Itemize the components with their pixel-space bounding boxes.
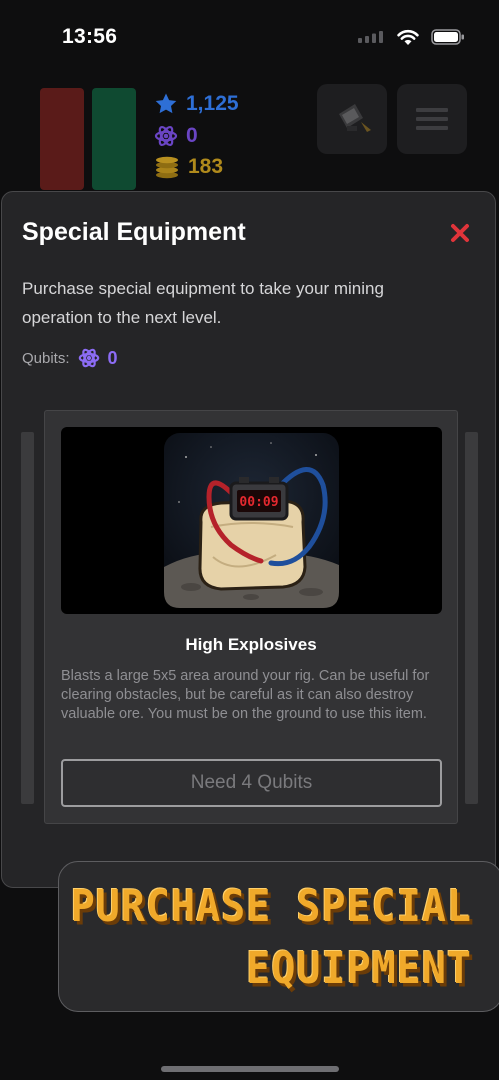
coin-stack-icon xyxy=(156,156,178,179)
qubits-value: 0 xyxy=(107,347,118,368)
hud-qubits-value: 0 xyxy=(186,124,198,147)
item-card: 00:09 High Explosives Blasts a large 5x5… xyxy=(44,410,458,824)
special-equipment-modal: Special Equipment Purchase special equip… xyxy=(1,191,496,888)
promo-banner: PURCHASE SPECIAL EQUIPMENT xyxy=(58,861,499,1012)
cellular-signal-icon xyxy=(358,31,383,43)
hud-stars: 1,125 xyxy=(154,92,239,116)
status-time: 13:56 xyxy=(62,25,118,48)
hud-coins-value: 183 xyxy=(188,155,224,178)
star-icon xyxy=(155,93,177,114)
high-explosives-illustration: 00:09 xyxy=(164,433,339,608)
purchase-button[interactable]: Need 4 Qubits xyxy=(61,759,442,807)
hud-qubits: 0 xyxy=(154,124,198,148)
item-description: Blasts a large 5x5 area around your rig.… xyxy=(61,668,430,722)
hud-coins: 183 xyxy=(154,155,223,179)
wifi-icon xyxy=(397,29,419,45)
close-icon xyxy=(451,224,469,242)
fuel-bar xyxy=(92,88,136,190)
drill-rig-icon xyxy=(339,104,371,132)
item-image: 00:09 xyxy=(61,427,442,614)
timer-display: 00:09 xyxy=(239,495,278,510)
promo-line-1: PURCHASE SPECIAL xyxy=(70,882,472,932)
modal-title: Special Equipment xyxy=(22,218,246,246)
health-bar xyxy=(40,88,84,190)
qubits-label: Qubits: xyxy=(22,349,70,367)
atom-icon xyxy=(78,348,99,368)
modal-description: Purchase special equipment to take your … xyxy=(22,279,384,327)
hud-stars-value: 1,125 xyxy=(186,92,239,115)
qubits-balance: Qubits: 0 xyxy=(22,347,118,369)
status-indicators xyxy=(357,27,465,47)
carousel-prev-edge[interactable] xyxy=(21,432,34,804)
carousel-next-edge[interactable] xyxy=(465,432,478,804)
item-title: High Explosives xyxy=(185,635,317,654)
hamburger-menu-icon xyxy=(416,108,448,130)
equipment-shortcut-button[interactable] xyxy=(317,84,387,154)
menu-button[interactable] xyxy=(397,84,467,154)
promo-line-2: EQUIPMENT xyxy=(246,944,472,994)
home-indicator[interactable] xyxy=(161,1066,339,1072)
atom-icon xyxy=(154,125,178,147)
battery-icon xyxy=(431,29,464,45)
close-button[interactable] xyxy=(449,222,471,244)
